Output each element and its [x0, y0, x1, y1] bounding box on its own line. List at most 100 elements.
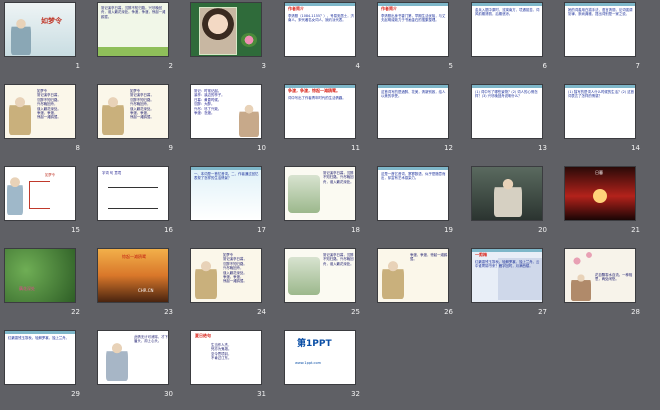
slide-number: 32: [351, 390, 360, 398]
slide-text: 藕花深处: [19, 286, 35, 291]
slide-number: 16: [164, 226, 173, 234]
slide-thumbnail-9[interactable]: 如梦令 常记溪亭日暮， 沉醉不知归路。 兴尽晚回舟， 误入藕花深处。 争渡，争渡…: [97, 84, 177, 158]
slide-thumbnail-15[interactable]: 如梦令 15: [4, 166, 84, 240]
slide-text: 如梦令 常记溪亭日暮， 沉醉不知归路。 兴尽晚回舟， 误入藕花深处。 争渡，争渡…: [223, 253, 247, 284]
slide-number: 8: [75, 144, 80, 152]
slide-preview[interactable]: 争渡，争渡，惊起一滩鸥鹭。 词中写出了作者青年时代的生活情趣。: [284, 84, 356, 139]
slide-thumbnail-13[interactable]: (1) 词中写了哪些景物？(2) 词人的心情怎样？(3) 兴尽晚回舟说明什么？ 1…: [471, 84, 551, 158]
slide-preview[interactable]: 争渡，争渡，惊起一滩鸥鹭。: [377, 248, 449, 303]
slide-preview[interactable]: 如梦令 常记溪亭日暮， 沉醉不知归路。 兴尽晚回舟， 误入藕花深处。 争渡，争渡…: [4, 84, 76, 139]
leaf-border-icon: [98, 47, 168, 56]
text-panel: [498, 258, 542, 300]
slide-thumbnail-8[interactable]: 如梦令 常记溪亭日暮， 沉醉不知归路。 兴尽晚回舟， 误入藕花深处。 争渡，争渡…: [4, 84, 84, 158]
slide-text: 如梦令: [45, 173, 56, 177]
slide-thumbnail-31[interactable]: 夏日绝句 生当作人杰， 死亦为鬼雄。 至今思项羽， 不肯过江东。 31: [190, 330, 270, 404]
lady-figure-icon: [7, 175, 23, 215]
slide-preview[interactable]: 作者简介 李清照出身书香门第，早期生活优裕，与丈夫赵明诚致力于书画金石的搜集整理。: [377, 2, 449, 57]
lady-figure-icon: [102, 95, 124, 135]
slide-heading: 争渡，争渡，惊起一滩鸥鹭。: [288, 88, 340, 93]
lady-figure-icon: [494, 177, 522, 217]
lady-figure-icon: [11, 17, 31, 55]
slide-thumbnail-25[interactable]: 常记溪亭日暮，沉醉不知归路。兴尽晚回舟，误入藕花深处。 25: [284, 248, 364, 322]
slide-preview[interactable]: 常记溪亭日暮，沉醉不知归路。兴尽晚回舟，误入藕花深处。争渡，争渡，惊起一滩鸥鹭。: [97, 2, 169, 57]
slide-thumbnail-4[interactable]: 作者简介 李清照（1084-1155？），号易安居士，济南人。宋代著名女词人，婉约…: [284, 2, 364, 76]
slide-preview[interactable]: 如梦令 常记溪亭日暮， 沉醉不知归路。 兴尽晚回舟， 误入藕花深处。 争渡，争渡…: [97, 84, 169, 139]
slide-preview[interactable]: (1) 描写的是词人什么时候的生活？(2) 这首词表达了怎样的情感？: [564, 84, 636, 139]
slide-thumbnail-10[interactable]: 常记：时常记起。 溪亭：溪边的亭子。 日暮：黄昏时候。 沉醉：大醉。 兴尽：尽了…: [190, 84, 270, 158]
slide-thumbnail-7[interactable]: 她的词善用白描手法，语言清丽，论词强调协律，崇尚典雅，提出词别是一家之说。 7: [564, 2, 644, 76]
slide-preview[interactable]: 藕花深处: [4, 248, 76, 303]
slide-thumbnail-21[interactable]: 日暮 21: [564, 166, 644, 240]
slide-preview[interactable]: 花自飘零水自流。一种相思，两处闲愁。: [564, 248, 636, 303]
slide-thumbnail-32[interactable]: 第1PPT www.1ppt.com 32: [284, 330, 364, 404]
slide-thumbnail-2[interactable]: 常记溪亭日暮，沉醉不知归路。兴尽晚回舟，误入藕花深处。争渡，争渡，惊起一滩鸥鹭。…: [97, 2, 177, 76]
slide-number: 11: [351, 144, 360, 152]
slide-thumbnail-20[interactable]: 20: [471, 166, 551, 240]
slide-number: 22: [71, 308, 80, 316]
slide-preview[interactable]: 常记：时常记起。 溪亭：溪边的亭子。 日暮：黄昏时候。 沉醉：大醉。 兴尽：尽了…: [190, 84, 262, 139]
lady-figure-icon: [382, 259, 404, 299]
slide-top-border: [5, 331, 75, 334]
slide-preview[interactable]: 红藕香残玉簟秋。轻解罗裳，独上兰舟。: [4, 330, 76, 385]
slide-thumbnail-17[interactable]: 一、本词是一首忆昔词。二、作者通过回忆表现了怎样的生活情景？ 17: [190, 166, 270, 240]
slide-preview[interactable]: 字词 句 意境: [97, 166, 169, 221]
slide-preview[interactable]: 常记溪亭日暮，沉醉不知归路。兴尽晚回舟，误入藕花深处。: [284, 166, 356, 221]
slide-number: 28: [631, 308, 640, 316]
slide-text: 争渡，争渡，惊起一滩鸥鹭。: [410, 253, 448, 262]
slide-number: 25: [351, 308, 360, 316]
slide-preview[interactable]: 常记溪亭日暮，沉醉不知归路。兴尽晚回舟，误入藕花深处。: [284, 248, 356, 303]
slide-text: 生当作人杰， 死亦为鬼雄。 至今思项羽， 不肯过江东。: [211, 343, 232, 361]
slide-text: 这是一首忆昔词，寥寥数语，似乎是随意而出，却富有艺术感染力。: [381, 172, 446, 181]
slide-heading: 作者简介: [381, 6, 397, 11]
slide-preview[interactable]: 如梦令 常记溪亭日暮， 沉醉不知归路。 兴尽晚回舟， 误入藕花深处。 争渡，争渡…: [190, 248, 262, 303]
slide-thumbnail-28[interactable]: 花自飘零水自流。一种相思，两处闲愁。 28: [564, 248, 644, 322]
slide-thumbnail-5[interactable]: 作者简介 李清照出身书香门第，早期生活优裕，与丈夫赵明诚致力于书画金石的搜集整理。…: [377, 2, 457, 76]
lady-figure-icon: [239, 103, 259, 137]
slide-thumbnail-22[interactable]: 藕花深处 22: [4, 248, 84, 322]
watermark-text: CHR.CN: [138, 288, 154, 293]
slide-thumbnail-24[interactable]: 如梦令 常记溪亭日暮， 沉醉不知归路。 兴尽晚回舟， 误入藕花深处。 争渡，争渡…: [190, 248, 270, 322]
slide-thumbnail-16[interactable]: 字词 句 意境 16: [97, 166, 177, 240]
slide-thumbnail-3[interactable]: 3: [190, 2, 270, 76]
slide-number: 2: [168, 62, 173, 70]
slide-preview[interactable]: 第1PPT www.1ppt.com: [284, 330, 356, 385]
slide-preview[interactable]: 一剪梅 红藕香残玉簟秋。轻解罗裳，独上兰舟。云中谁寄锦书来？雁字回时，月满西楼。: [471, 248, 543, 303]
slide-preview[interactable]: [190, 2, 262, 57]
slide-number: 30: [164, 390, 173, 398]
slide-preview[interactable]: (1) 词中写了哪些景物？(2) 词人的心情怎样？(3) 兴尽晚回舟说明什么？: [471, 84, 543, 139]
slide-preview[interactable]: [471, 166, 543, 221]
lady-figure-icon: [195, 259, 217, 299]
slide-preview[interactable]: 日暮: [564, 166, 636, 221]
lotus-icon: [241, 33, 257, 47]
slide-number: 23: [164, 308, 173, 316]
slide-heading: 作者简介: [288, 6, 304, 11]
slide-text: 此情无计可消除，才下眉头，却上心头。: [134, 335, 168, 344]
slide-preview[interactable]: 惊起一滩鸥鹭 CHR.CN: [97, 248, 169, 303]
slide-number: 18: [351, 226, 360, 234]
slide-thumbnail-29[interactable]: 红藕香残玉簟秋。轻解罗裳，独上兰舟。 29: [4, 330, 84, 404]
slide-thumbnail-26[interactable]: 争渡，争渡，惊起一滩鸥鹭。 26: [377, 248, 457, 322]
slide-top-border: [191, 167, 261, 170]
slide-title: 如梦令: [41, 17, 62, 25]
slide-number: 9: [168, 144, 173, 152]
slide-thumbnail-18[interactable]: 常记溪亭日暮，沉醉不知归路。兴尽晚回舟，误入藕花深处。 18: [284, 166, 364, 240]
slide-thumbnail-27[interactable]: 一剪梅 红藕香残玉簟秋。轻解罗裳，独上兰舟。云中谁寄锦书来？雁字回时，月满西楼。 2…: [471, 248, 551, 322]
slide-thumbnail-30[interactable]: 此情无计可消除，才下眉头，却上心头。 30: [97, 330, 177, 404]
slide-preview[interactable]: 作者简介 李清照（1084-1155？），号易安居士，济南人。宋代著名女词人，婉约…: [284, 2, 356, 57]
slide-preview[interactable]: 一、本词是一首忆昔词。二、作者通过回忆表现了怎样的生活情景？: [190, 166, 262, 221]
slide-preview[interactable]: 金兵入据中原时，流寓南方，境遇孤苦。词风前期清丽，后期悲凉。: [471, 2, 543, 57]
slide-thumbnail-6[interactable]: 金兵入据中原时，流寓南方，境遇孤苦。词风前期清丽，后期悲凉。 6: [471, 2, 551, 76]
slide-thumbnail-14[interactable]: (1) 描写的是词人什么时候的生活？(2) 这首词表达了怎样的情感？ 14: [564, 84, 644, 158]
slide-thumbnail-19[interactable]: 这是一首忆昔词，寥寥数语，似乎是随意而出，却富有艺术感染力。 19: [377, 166, 457, 240]
slide-preview[interactable]: 如梦令: [4, 166, 76, 221]
slide-thumbnail-11[interactable]: 争渡，争渡，惊起一滩鸥鹭。 词中写出了作者青年时代的生活情趣。 11: [284, 84, 364, 158]
slide-preview[interactable]: 这是一首忆昔词，寥寥数语，似乎是随意而出，却富有艺术感染力。: [377, 166, 449, 221]
slide-preview[interactable]: 她的词善用白描手法，语言清丽，论词强调协律，崇尚典雅，提出词别是一家之说。: [564, 2, 636, 57]
slide-thumbnail-1[interactable]: 如梦令 1: [4, 2, 84, 76]
slide-preview[interactable]: 如梦令: [4, 2, 76, 57]
slide-preview[interactable]: 此情无计可消除，才下眉头，却上心头。: [97, 330, 169, 385]
slide-thumbnail-23[interactable]: 惊起一滩鸥鹭 CHR.CN 23: [97, 248, 177, 322]
slide-preview[interactable]: 夏日绝句 生当作人杰， 死亦为鬼雄。 至今思项羽， 不肯过江东。: [190, 330, 262, 385]
slide-preview[interactable]: 这首词写的是酒醉、花美，清新别致，给人以美的享受。: [377, 84, 449, 139]
slide-thumbnail-12[interactable]: 这首词写的是酒醉、花美，清新别致，给人以美的享受。 12: [377, 84, 457, 158]
